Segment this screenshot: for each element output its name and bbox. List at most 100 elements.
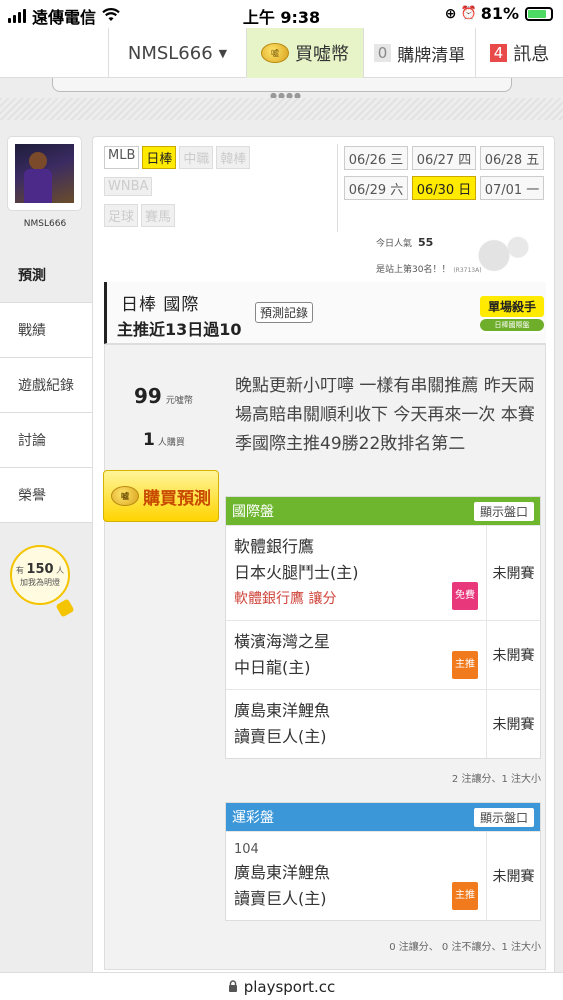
top-nav: NMSL666 ▼ 噓 買噓幣 0 購牌清單 4 訊息 (0, 28, 563, 78)
match-status: 未開賽 (486, 526, 540, 620)
user-dropdown[interactable]: NMSL666 ▼ (108, 28, 246, 78)
team-home: 讀賣巨人(主) (234, 727, 327, 746)
message-count: 4 (489, 44, 508, 62)
cart-label: 購牌清單 (397, 45, 466, 66)
bulb-prefix: 有 (15, 566, 24, 575)
messages-label: 訊息 (513, 44, 550, 65)
sidebar-item-label: 榮譽 (18, 488, 46, 504)
game-code: 104 (234, 842, 259, 857)
rotation-lock-icon: ⊕ (444, 5, 457, 22)
intl-table-summary: 2 注讓分、1 注大小 (451, 774, 541, 785)
coin-icon: 噓 (261, 43, 289, 63)
follow-lightbulb[interactable]: 有 150 人 加我為明燈 (6, 545, 86, 635)
show-odds-button[interactable]: 顯示盤口 (473, 501, 534, 521)
show-odds-button[interactable]: 顯示盤口 (473, 807, 534, 827)
bulb-unit: 人 (56, 566, 65, 575)
main-pick-badge: 主推 (452, 651, 478, 679)
bulb-text: 加我為明燈 (20, 578, 60, 587)
team-home: 讀賣巨人(主) (234, 889, 327, 908)
date-button[interactable]: 07/01 一 (480, 176, 544, 200)
league-tab-horse: 賽馬 (141, 204, 176, 227)
messages-button[interactable]: 4 訊息 (475, 28, 563, 78)
record-button[interactable]: 預測記錄 (255, 302, 314, 323)
rank-code: (R3713A) (453, 267, 482, 274)
match-teams: 廣島東洋鯉魚 讀賣巨人(主) (226, 690, 486, 758)
striped-band (0, 98, 563, 120)
intl-odds-table: 國際盤 顯示盤口 軟體銀行鷹 日本火腿鬥士(主) 軟體銀行鷹 讓分 免費 未開賽… (225, 496, 541, 759)
match-teams: 軟體銀行鷹 日本火腿鬥士(主) 軟體銀行鷹 讓分 免費 (226, 526, 486, 620)
buy-prediction-button[interactable]: 噓 購買預測 (103, 470, 219, 522)
status-carrier: 遠傳電信 (8, 4, 120, 28)
price: 99 元噓幣 (134, 384, 193, 408)
avatar[interactable] (7, 136, 82, 211)
nav-username: NMSL666 (127, 42, 213, 64)
free-badge: 免費 (452, 582, 478, 610)
buy-prediction-label: 購買預測 (143, 488, 211, 509)
killer-badge: 單場殺手 日棒國際盤 (480, 296, 544, 334)
lottery-table-summary: 0 注讓分、 0 注不讓分、1 注大小 (389, 942, 541, 953)
match-status: 未開賽 (486, 690, 540, 758)
popularity-label: 今日人氣 (376, 239, 413, 249)
intl-table-header: 國際盤 顯示盤口 (226, 497, 540, 525)
buyer-count: 1 人購買 (143, 430, 185, 450)
sidebar-item-discussion[interactable]: 討論 (0, 413, 92, 468)
lock-icon (228, 978, 238, 996)
table-row: 橫濱海灣之星 中日龍(主) 主推 未開賽 (226, 620, 540, 689)
sidebar-item-record[interactable]: 戰績 (0, 303, 92, 358)
prediction-description: 晚點更新小叮嚀 一樣有串關推薦 昨天兩場高賠串關順利收下 今天再來一次 本賽季國… (235, 376, 535, 454)
match-status: 未開賽 (486, 832, 540, 920)
table-row: 104 廣島東洋鯉魚 讀賣巨人(主) 主推 未開賽 (226, 831, 540, 920)
prediction-subtitle: 主推近13日過10 (117, 320, 242, 339)
team-away: 橫濱海灣之星 (234, 632, 331, 651)
prediction-title: 日棒 國際 (121, 295, 200, 315)
caret-down-icon: ▼ (218, 46, 228, 60)
league-tab-mlb[interactable]: MLB (104, 146, 140, 169)
sidebar-item-prediction[interactable]: 預測 (0, 248, 92, 303)
league-tab-npb[interactable]: 日棒 (142, 146, 177, 169)
league-tab-kbo: 韓棒 (216, 146, 251, 169)
status-right: ⊕ ⏰ 81% (445, 4, 553, 23)
divider (337, 144, 338, 232)
lightbulb-icon: 有 150 人 加我為明燈 (10, 545, 70, 605)
league-tab-soccer: 足球 (104, 204, 139, 227)
sidebar-item-label: 預測 (18, 268, 46, 284)
rank-text: 是站上第30名！！ (376, 265, 451, 275)
lottery-table-title: 運彩盤 (232, 810, 274, 826)
sidebar-item-label: 討論 (18, 433, 46, 449)
table-row: 軟體銀行鷹 日本火腿鬥士(主) 軟體銀行鷹 讓分 免費 未開賽 (226, 525, 540, 620)
badge-title: 單場殺手 (480, 296, 544, 317)
cart-count: 0 (373, 44, 392, 62)
cart-button[interactable]: 0 購牌清單 (363, 28, 475, 78)
follower-count: 150 (26, 562, 54, 577)
lottery-table-header: 運彩盤 顯示盤口 (226, 803, 540, 831)
signal-icon (8, 9, 26, 23)
sidebar-nav: 預測 戰績 遊戲紀錄 討論 榮譽 (0, 248, 92, 523)
sidebar-username: NMSL666 (23, 219, 67, 229)
table-row: 廣島東洋鯉魚 讀賣巨人(主) 未開賽 (226, 689, 540, 758)
team-away: 廣島東洋鯉魚 (234, 863, 331, 882)
site-rank: 是站上第30名！！ (R3713A) (376, 262, 482, 275)
date-button[interactable]: 06/26 三 (344, 146, 408, 170)
buy-coin-label: 買噓幣 (295, 44, 349, 65)
price-value: 99 (134, 384, 162, 408)
intl-table-title: 國際盤 (232, 504, 274, 520)
status-bar: 上午 9:38 遠傳電信 ⊕ ⏰ 81% (0, 0, 563, 28)
buy-coin-button[interactable]: 噓 買噓幣 (246, 28, 363, 78)
buyers-value: 1 (143, 430, 155, 450)
battery-icon (525, 6, 553, 21)
team-home: 日本火腿鬥士(主) (234, 563, 359, 582)
team-home: 中日龍(主) (234, 658, 311, 677)
date-button[interactable]: 06/29 六 (344, 176, 408, 200)
league-tab-cpbl: 中職 (179, 146, 214, 169)
league-tab-wnba: WNBA (104, 177, 153, 196)
url-bar[interactable]: playsport.cc (0, 972, 563, 1000)
date-button[interactable]: 06/27 四 (412, 146, 476, 170)
sidebar-item-honor[interactable]: 榮譽 (0, 468, 92, 523)
date-button-selected[interactable]: 06/30 日 (412, 176, 476, 200)
sidebar-item-game-log[interactable]: 遊戲紀錄 (0, 358, 92, 413)
popularity-value: 55 (418, 236, 434, 249)
badge-subtitle: 日棒國際盤 (480, 319, 544, 331)
date-button[interactable]: 06/28 五 (480, 146, 544, 170)
sidebar-item-label: 遊戲紀錄 (18, 378, 74, 394)
popularity: 今日人氣 55 (376, 236, 433, 249)
